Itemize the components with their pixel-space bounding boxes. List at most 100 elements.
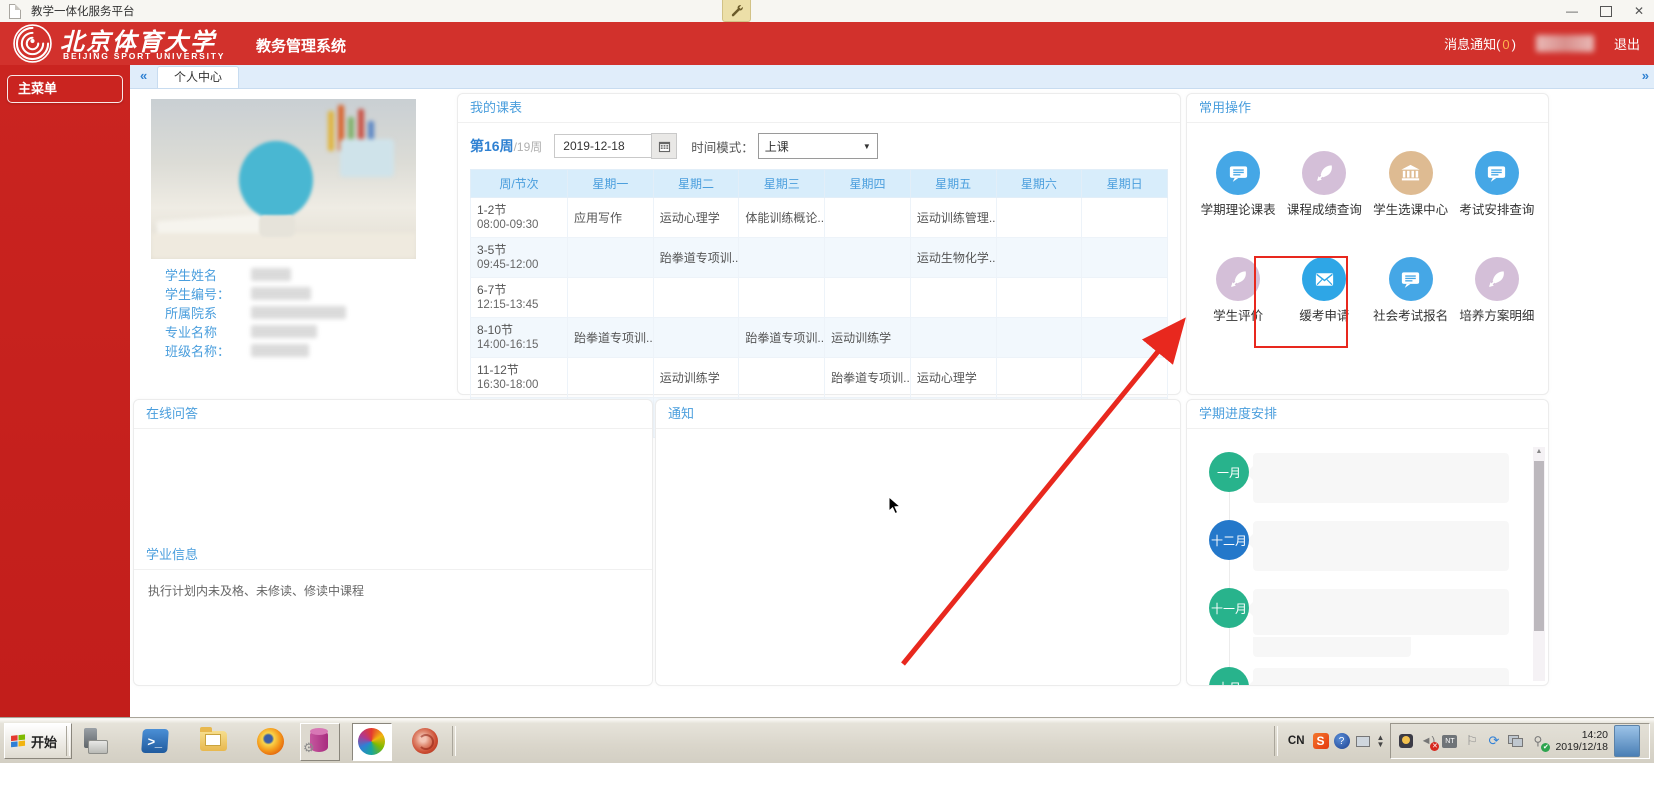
color-wheel-icon[interactable] — [356, 726, 386, 756]
user-account-icon[interactable] — [1397, 733, 1414, 750]
profile-field-value-redacted — [251, 268, 291, 281]
timetable-empty-cell — [996, 198, 1082, 238]
calendar-button[interactable] — [651, 133, 677, 159]
profile-field-row: 学生编号： — [165, 284, 346, 303]
time-mode-select[interactable]: 上课 ▼ — [758, 133, 878, 159]
total-weeks-label: /19周 — [514, 138, 543, 155]
progress-scrollbar[interactable]: ▲ — [1533, 447, 1545, 681]
profile-field-value-redacted — [251, 325, 317, 338]
start-button[interactable]: 开始 — [4, 723, 72, 759]
timetable-course-cell[interactable]: 跆拳道专项训.. — [653, 238, 739, 278]
timetable-empty-cell — [910, 318, 996, 358]
timetable-empty-cell — [739, 358, 825, 398]
username-redacted — [1536, 35, 1594, 52]
month-badge: 十一月 — [1209, 588, 1249, 628]
quick-action-7[interactable]: 社会考试报名 — [1369, 257, 1453, 325]
quick-action-label: 学生评价 — [1196, 308, 1280, 325]
shell-app-icon[interactable] — [410, 726, 440, 756]
timetable-course-cell[interactable]: 运动心理学 — [910, 358, 996, 398]
quick-action-label: 课程成绩查询 — [1282, 202, 1366, 219]
firefox-icon[interactable] — [255, 726, 285, 756]
maximize-icon[interactable] — [1600, 6, 1612, 17]
timetable-row: 1-2节08:00-09:30应用写作运动心理学体能训练概论..运动训练管理.. — [471, 198, 1168, 238]
timetable-course-cell[interactable]: 运动心理学 — [653, 198, 739, 238]
timetable-course-cell[interactable]: 跆拳道专项训.. — [825, 358, 911, 398]
scrollbar-thumb[interactable] — [1534, 461, 1544, 631]
main-menu-header[interactable]: 主菜单 — [7, 75, 123, 103]
quick-action-6[interactable]: 缓考申请 — [1282, 257, 1366, 325]
wrench-icon — [730, 4, 744, 18]
show-desktop-button[interactable] — [1614, 725, 1640, 757]
quick-action-8[interactable]: 培养方案明细 — [1455, 257, 1539, 325]
network-icon[interactable] — [1507, 733, 1524, 750]
quick-action-label: 缓考申请 — [1282, 308, 1366, 325]
qa-panel-body — [134, 429, 652, 541]
profile-field-label: 班级名称： — [165, 341, 245, 360]
sync-icon[interactable]: ⟳ — [1485, 733, 1502, 750]
calendar-icon — [658, 140, 671, 153]
powershell-icon[interactable]: >_ — [140, 726, 170, 756]
help-icon[interactable]: ? — [1334, 733, 1350, 749]
language-indicator[interactable]: CN — [1288, 735, 1305, 747]
bank-icon — [1389, 151, 1433, 195]
quick-action-3[interactable]: 学生选课中心 — [1369, 151, 1453, 219]
academic-info-text: 执行计划内未及格、未修读、修读中课程 — [134, 570, 652, 611]
quick-action-label: 学期理论课表 — [1196, 202, 1280, 219]
pen-icon — [1302, 151, 1346, 195]
app-header: 北京体育大学 BEIJING SPORT UNIVERSITY 教务管理系统 消… — [0, 22, 1654, 65]
wrench-tool-button[interactable] — [722, 0, 751, 22]
timetable-column-header: 星期日 — [1082, 170, 1168, 198]
expand-tabs-icon[interactable]: » — [1642, 68, 1649, 83]
redacted-face — [239, 141, 313, 219]
taskbar-separator — [66, 726, 70, 756]
timetable-empty-cell — [996, 238, 1082, 278]
timetable-row: 11-12节16:30-18:00运动训练学跆拳道专项训..运动心理学 — [471, 358, 1168, 398]
timetable-empty-cell — [910, 278, 996, 318]
scroll-up-icon[interactable]: ▲ — [1533, 448, 1545, 455]
database-admin-icon[interactable]: ⚙ — [304, 726, 334, 756]
time-mode-value: 上课 — [765, 138, 789, 155]
timetable-empty-cell — [653, 318, 739, 358]
quick-action-2[interactable]: 课程成绩查询 — [1282, 151, 1366, 219]
date-input[interactable]: 2019-12-18 — [554, 134, 652, 158]
monitor-icon[interactable] — [1355, 733, 1372, 750]
logout-button[interactable]: 退出 — [1614, 34, 1640, 53]
sogou-icon[interactable]: S — [1313, 733, 1329, 749]
profile-fields: 学生姓名学生编号：所属院系专业名称班级名称： — [165, 265, 346, 360]
timetable-empty-cell — [739, 238, 825, 278]
timetable-course-cell[interactable]: 运动训练学 — [825, 318, 911, 358]
timetable-empty-cell — [1082, 318, 1168, 358]
profile-field-label: 专业名称 — [165, 322, 245, 341]
timetable-course-cell[interactable]: 跆拳道专项训.. — [739, 318, 825, 358]
quick-action-label: 考试安排查询 — [1455, 202, 1539, 219]
server-admin-icon[interactable] — [80, 726, 110, 756]
taskbar-clock[interactable]: 14:20 2019/12/18 — [1555, 729, 1608, 754]
qa-panel-title: 在线问答 — [134, 400, 652, 429]
quick-action-1[interactable]: 学期理论课表 — [1196, 151, 1280, 219]
profile-field-row: 班级名称： — [165, 341, 346, 360]
notice-link[interactable]: 消息通知(0) — [1444, 34, 1516, 53]
timetable-empty-cell — [825, 278, 911, 318]
timetable-course-cell[interactable]: 运动训练学 — [653, 358, 739, 398]
usb-safe-remove-icon[interactable]: ⚲ — [1529, 733, 1546, 750]
quick-action-4[interactable]: 考试安排查询 — [1455, 151, 1539, 219]
timetable-course-cell[interactable]: 运动训练管理.. — [910, 198, 996, 238]
collapse-sidebar-icon[interactable]: « — [140, 68, 147, 83]
timetable-course-cell[interactable]: 体能训练概论.. — [739, 198, 825, 238]
timetable-course-cell[interactable]: 运动生物化学.. — [910, 238, 996, 278]
volume-muted-icon[interactable]: ◄) — [1419, 733, 1436, 750]
close-icon[interactable]: ✕ — [1634, 0, 1644, 22]
tray-expand-icon[interactable]: ▲▼ — [1377, 734, 1385, 748]
minimize-icon[interactable]: — — [1566, 0, 1578, 22]
timetable-empty-cell — [568, 278, 654, 318]
chevron-down-icon: ▼ — [863, 142, 871, 151]
file-manager-icon[interactable] — [198, 726, 228, 756]
quick-action-5[interactable]: 学生评价 — [1196, 257, 1280, 325]
timetable-row: 8-10节14:00-16:15跆拳道专项训..跆拳道专项训..运动训练学 — [471, 318, 1168, 358]
nt-service-icon[interactable]: NT — [1441, 733, 1458, 750]
tab-personal-center[interactable]: 个人中心 — [157, 66, 239, 88]
flag-icon[interactable]: ⚐ — [1463, 733, 1480, 750]
timetable-course-cell[interactable]: 应用写作 — [568, 198, 654, 238]
tray-icons-box: ◄) NT ⚐ ⟳ ⚲ 14:20 2019/12/18 — [1390, 723, 1650, 759]
timetable-course-cell[interactable]: 跆拳道专项训.. — [568, 318, 654, 358]
